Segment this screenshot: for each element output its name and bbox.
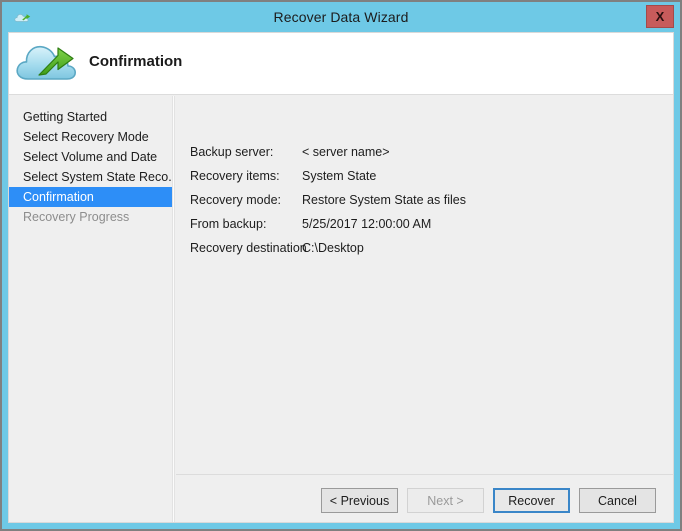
field-value: 5/25/2017 12:00:00 AM (302, 217, 432, 231)
field-label: Backup server: (190, 145, 274, 159)
title-bar: Recover Data Wizard X (2, 2, 680, 32)
field-value: < server name> (302, 145, 390, 159)
close-icon[interactable]: X (646, 5, 674, 28)
field-recovery-destination: Recovery destination C:\Desktop (190, 241, 663, 265)
recover-button[interactable]: Recover (493, 488, 570, 513)
field-value: C:\Desktop (302, 241, 364, 255)
page-title: Confirmation (89, 53, 183, 70)
cloud-recovery-icon (15, 39, 77, 87)
field-label: Recovery destination (190, 241, 307, 255)
sidebar-item-select-system-state-recovery[interactable]: Select System State Reco... (9, 167, 172, 187)
cloud-icon (14, 10, 32, 24)
confirmation-summary: Backup server: < server name> Recovery i… (190, 145, 663, 265)
field-label: Recovery mode: (190, 193, 282, 207)
recover-data-wizard-window: Recover Data Wizard X Confirmation Getti… (0, 0, 682, 531)
field-label: From backup: (190, 217, 267, 231)
field-backup-server: Backup server: < server name> (190, 145, 663, 169)
next-button: Next > (407, 488, 484, 513)
sidebar-item-select-recovery-mode[interactable]: Select Recovery Mode (9, 127, 172, 147)
sidebar-item-confirmation[interactable]: Confirmation (9, 187, 172, 207)
sidebar-item-getting-started[interactable]: Getting Started (9, 107, 172, 127)
sidebar-divider (172, 96, 175, 522)
field-value: Restore System State as files (302, 193, 466, 207)
sidebar-item-select-volume-and-date[interactable]: Select Volume and Date (9, 147, 172, 167)
field-recovery-mode: Recovery mode: Restore System State as f… (190, 193, 663, 217)
previous-button[interactable]: < Previous (321, 488, 398, 513)
wizard-sidebar: Getting Started Select Recovery Mode Sel… (9, 96, 172, 522)
field-from-backup: From backup: 5/25/2017 12:00:00 AM (190, 217, 663, 241)
window-title: Recover Data Wizard (273, 9, 409, 25)
field-label: Recovery items: (190, 169, 280, 183)
footer-divider (176, 474, 673, 475)
wizard-header: Confirmation (9, 33, 673, 95)
field-recovery-items: Recovery items: System State (190, 169, 663, 193)
cancel-button[interactable]: Cancel (579, 488, 656, 513)
window-body: Confirmation Getting Started Select Reco… (8, 32, 674, 523)
wizard-content: Backup server: < server name> Recovery i… (176, 96, 673, 522)
field-value: System State (302, 169, 377, 183)
sidebar-item-recovery-progress: Recovery Progress (23, 210, 130, 224)
wizard-body: Getting Started Select Recovery Mode Sel… (9, 96, 673, 522)
wizard-button-bar: < Previous Next > Recover Cancel (321, 488, 656, 513)
